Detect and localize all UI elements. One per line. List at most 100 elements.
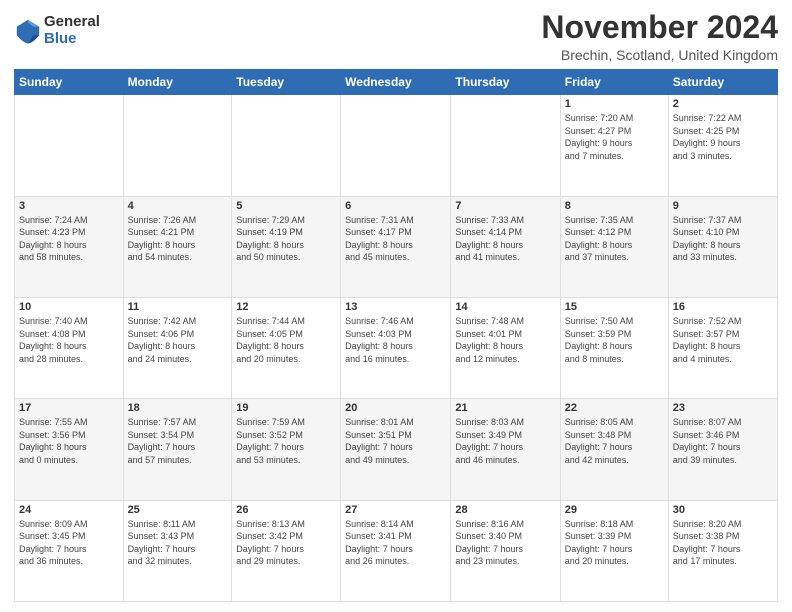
calendar-week-2: 3Sunrise: 7:24 AMSunset: 4:23 PMDaylight… [15, 196, 778, 297]
calendar-cell: 28Sunrise: 8:16 AMSunset: 3:40 PMDayligh… [451, 500, 560, 601]
header-row: Sunday Monday Tuesday Wednesday Thursday… [15, 70, 778, 95]
calendar-cell: 27Sunrise: 8:14 AMSunset: 3:41 PMDayligh… [341, 500, 451, 601]
calendar-cell: 1 Sunrise: 7:20 AMSunset: 4:27 PMDaylight… [560, 95, 668, 196]
day-info: Sunrise: 8:01 AMSunset: 3:51 PMDaylight:… [345, 416, 446, 466]
calendar-cell: 15 Sunrise: 7:50 AMSunset: 3:59 PMDayligh… [560, 297, 668, 398]
day-info: Sunrise: 7:42 AMSunset: 4:06 PMDaylight:… [128, 315, 228, 365]
day-number: 19 [236, 402, 336, 414]
day-number: 18 [128, 402, 228, 414]
col-tuesday: Tuesday [232, 70, 341, 95]
calendar-cell: 14Sunrise: 7:48 AMSunset: 4:01 PMDayligh… [451, 297, 560, 398]
day-number: 12 [236, 301, 336, 313]
calendar-week-1: 1 Sunrise: 7:20 AMSunset: 4:27 PMDaylight… [15, 95, 778, 196]
day-number: 23 [673, 402, 773, 414]
col-saturday: Saturday [668, 70, 777, 95]
day-info: Sunrise: 7:37 AMSunset: 4:10 PMDaylight:… [673, 214, 773, 264]
day-number: 21 [455, 402, 555, 414]
calendar-cell: 5 Sunrise: 7:29 AMSunset: 4:19 PMDaylight… [232, 196, 341, 297]
day-info: Sunrise: 7:44 AMSunset: 4:05 PMDaylight:… [236, 315, 336, 365]
day-number: 8 [565, 200, 664, 212]
day-number: 5 [236, 200, 336, 212]
location-subtitle: Brechin, Scotland, United Kingdom [541, 47, 778, 63]
day-info: Sunrise: 8:03 AMSunset: 3:49 PMDaylight:… [455, 416, 555, 466]
day-info: Sunrise: 7:55 AMSunset: 3:56 PMDaylight:… [19, 416, 119, 466]
day-info: Sunrise: 7:40 AMSunset: 4:08 PMDaylight:… [19, 315, 119, 365]
day-info: Sunrise: 7:26 AMSunset: 4:21 PMDaylight:… [128, 214, 228, 264]
logo-text: General Blue [44, 14, 100, 47]
calendar-cell: 25Sunrise: 8:11 AMSunset: 3:43 PMDayligh… [123, 500, 232, 601]
calendar-cell [341, 95, 451, 196]
day-info: Sunrise: 7:22 AMSunset: 4:25 PMDaylight:… [673, 112, 773, 162]
calendar-cell: 19 Sunrise: 7:59 AMSunset: 3:52 PMDayligh… [232, 399, 341, 500]
calendar-week-5: 24 Sunrise: 8:09 AMSunset: 3:45 PMDayligh… [15, 500, 778, 601]
day-info: Sunrise: 8:13 AMSunset: 3:42 PMDaylight:… [236, 518, 336, 568]
day-number: 2 [673, 98, 773, 110]
calendar-body: 1 Sunrise: 7:20 AMSunset: 4:27 PMDaylight… [15, 95, 778, 602]
calendar-cell: 24 Sunrise: 8:09 AMSunset: 3:45 PMDayligh… [15, 500, 124, 601]
page: General Blue November 2024 Brechin, Scot… [0, 0, 792, 612]
day-info: Sunrise: 7:59 AMSunset: 3:52 PMDaylight:… [236, 416, 336, 466]
day-info: Sunrise: 8:09 AMSunset: 3:45 PMDaylight:… [19, 518, 119, 568]
calendar-cell: 20 Sunrise: 8:01 AMSunset: 3:51 PMDayligh… [341, 399, 451, 500]
calendar-cell: 3Sunrise: 7:24 AMSunset: 4:23 PMDaylight… [15, 196, 124, 297]
col-wednesday: Wednesday [341, 70, 451, 95]
logo-blue: Blue [44, 31, 100, 48]
day-info: Sunrise: 7:31 AMSunset: 4:17 PMDaylight:… [345, 214, 446, 264]
day-info: Sunrise: 8:14 AMSunset: 3:41 PMDaylight:… [345, 518, 446, 568]
calendar-cell: 17 Sunrise: 7:55 AMSunset: 3:56 PMDayligh… [15, 399, 124, 500]
day-info: Sunrise: 7:52 AMSunset: 3:57 PMDaylight:… [673, 315, 773, 365]
day-number: 14 [455, 301, 555, 313]
day-number: 9 [673, 200, 773, 212]
calendar-cell: 21 Sunrise: 8:03 AMSunset: 3:49 PMDayligh… [451, 399, 560, 500]
calendar-cell: 26 Sunrise: 8:13 AMSunset: 3:42 PMDayligh… [232, 500, 341, 601]
day-info: Sunrise: 7:50 AMSunset: 3:59 PMDaylight:… [565, 315, 664, 365]
logo-icon [14, 17, 42, 45]
calendar-week-4: 17 Sunrise: 7:55 AMSunset: 3:56 PMDayligh… [15, 399, 778, 500]
day-info: Sunrise: 7:57 AMSunset: 3:54 PMDaylight:… [128, 416, 228, 466]
calendar-cell: 22Sunrise: 8:05 AMSunset: 3:48 PMDayligh… [560, 399, 668, 500]
day-number: 22 [565, 402, 664, 414]
day-number: 25 [128, 504, 228, 516]
calendar-cell [15, 95, 124, 196]
calendar-cell: 16Sunrise: 7:52 AMSunset: 3:57 PMDayligh… [668, 297, 777, 398]
day-number: 4 [128, 200, 228, 212]
day-number: 17 [19, 402, 119, 414]
day-info: Sunrise: 7:24 AMSunset: 4:23 PMDaylight:… [19, 214, 119, 264]
day-number: 1 [565, 98, 664, 110]
calendar-cell: 10Sunrise: 7:40 AMSunset: 4:08 PMDayligh… [15, 297, 124, 398]
calendar-cell: 18 Sunrise: 7:57 AMSunset: 3:54 PMDayligh… [123, 399, 232, 500]
logo: General Blue [14, 14, 100, 47]
calendar-cell: 9 Sunrise: 7:37 AMSunset: 4:10 PMDaylight… [668, 196, 777, 297]
col-monday: Monday [123, 70, 232, 95]
calendar-cell: 4 Sunrise: 7:26 AMSunset: 4:21 PMDaylight… [123, 196, 232, 297]
day-number: 20 [345, 402, 446, 414]
day-info: Sunrise: 7:35 AMSunset: 4:12 PMDaylight:… [565, 214, 664, 264]
day-info: Sunrise: 8:20 AMSunset: 3:38 PMDaylight:… [673, 518, 773, 568]
calendar-cell: 8 Sunrise: 7:35 AMSunset: 4:12 PMDaylight… [560, 196, 668, 297]
day-info: Sunrise: 7:20 AMSunset: 4:27 PMDaylight:… [565, 112, 664, 162]
col-thursday: Thursday [451, 70, 560, 95]
calendar-cell: 13Sunrise: 7:46 AMSunset: 4:03 PMDayligh… [341, 297, 451, 398]
calendar-header: Sunday Monday Tuesday Wednesday Thursday… [15, 70, 778, 95]
day-number: 15 [565, 301, 664, 313]
logo-general: General [44, 14, 100, 31]
calendar-cell: 6Sunrise: 7:31 AMSunset: 4:17 PMDaylight… [341, 196, 451, 297]
calendar-cell: 2 Sunrise: 7:22 AMSunset: 4:25 PMDaylight… [668, 95, 777, 196]
col-sunday: Sunday [15, 70, 124, 95]
calendar-cell [451, 95, 560, 196]
calendar-cell: 7Sunrise: 7:33 AMSunset: 4:14 PMDaylight… [451, 196, 560, 297]
month-title: November 2024 [541, 10, 778, 45]
col-friday: Friday [560, 70, 668, 95]
day-number: 24 [19, 504, 119, 516]
title-block: November 2024 Brechin, Scotland, United … [541, 10, 778, 63]
day-info: Sunrise: 8:18 AMSunset: 3:39 PMDaylight:… [565, 518, 664, 568]
calendar-cell [123, 95, 232, 196]
day-number: 30 [673, 504, 773, 516]
day-number: 11 [128, 301, 228, 313]
day-number: 7 [455, 200, 555, 212]
day-info: Sunrise: 8:07 AMSunset: 3:46 PMDaylight:… [673, 416, 773, 466]
day-number: 26 [236, 504, 336, 516]
day-number: 29 [565, 504, 664, 516]
calendar-cell: 23 Sunrise: 8:07 AMSunset: 3:46 PMDayligh… [668, 399, 777, 500]
day-info: Sunrise: 7:29 AMSunset: 4:19 PMDaylight:… [236, 214, 336, 264]
